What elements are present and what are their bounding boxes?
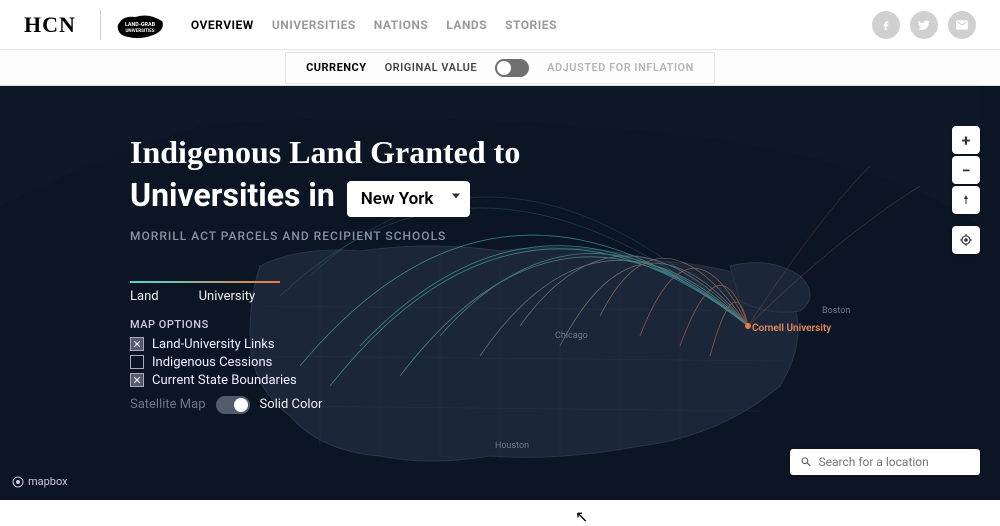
- nav-universities[interactable]: UNIVERSITIES: [272, 18, 356, 32]
- reset-north-button[interactable]: [952, 186, 980, 214]
- divider: [100, 10, 101, 40]
- nav-stories[interactable]: STORIES: [505, 18, 557, 32]
- map-options-title: MAP OPTIONS: [130, 318, 520, 331]
- facebook-icon[interactable]: [872, 11, 900, 39]
- twitter-icon[interactable]: [910, 11, 938, 39]
- currency-original[interactable]: ORIGINAL VALUE: [385, 61, 478, 74]
- currency-adjusted[interactable]: ADJUSTED FOR INFLATION: [547, 61, 694, 74]
- state-select[interactable]: New York: [347, 181, 470, 217]
- legend-land: Land: [130, 289, 159, 304]
- email-icon[interactable]: [948, 11, 976, 39]
- locate-control: [952, 226, 980, 254]
- zoom-out-button[interactable]: −: [952, 156, 980, 184]
- map-style-row: Satellite Map Solid Color: [130, 396, 520, 414]
- legend: Land University: [130, 281, 520, 304]
- city-label: Chicago: [555, 331, 588, 341]
- state-select-wrap[interactable]: New York: [347, 175, 470, 217]
- brand-hcn[interactable]: HCN: [24, 12, 76, 38]
- option-indigenous-cessions[interactable]: Indigenous Cessions: [130, 355, 520, 370]
- social-links: [872, 11, 976, 39]
- search-input[interactable]: [818, 455, 970, 469]
- main-nav: OVERVIEW UNIVERSITIES NATIONS LANDS STOR…: [191, 18, 872, 32]
- map-subtitle: MORRILL ACT PARCELS AND RECIPIENT SCHOOL…: [130, 229, 520, 243]
- top-bar: HCN LAND-GRABUNIVERSITIES OVERVIEW UNIVE…: [0, 0, 1000, 50]
- option-land-university-links[interactable]: ✕Land-University Links: [130, 337, 520, 352]
- map-overlay-panel: Indigenous Land Granted to Universities …: [130, 134, 520, 414]
- search-box[interactable]: [790, 449, 980, 475]
- mapbox-attribution[interactable]: mapbox: [12, 475, 68, 488]
- search-icon: [800, 455, 812, 469]
- svg-text:UNIVERSITIES: UNIVERSITIES: [125, 28, 154, 34]
- style-satellite[interactable]: Satellite Map: [130, 397, 206, 412]
- currency-label: CURRENCY: [306, 61, 367, 74]
- currency-toggle[interactable]: [495, 59, 529, 77]
- university-label[interactable]: Cornell University: [752, 323, 831, 334]
- logo-landgrab[interactable]: LAND-GRABUNIVERSITIES: [113, 8, 167, 42]
- legend-university: University: [199, 289, 256, 304]
- map-title-line2: Universities in: [130, 177, 335, 214]
- locate-button[interactable]: [952, 226, 980, 254]
- legend-gradient: [130, 281, 280, 283]
- nav-nations[interactable]: NATIONS: [374, 18, 429, 32]
- map-title-line1: Indigenous Land Granted to: [130, 134, 520, 171]
- svg-text:LAND-GRAB: LAND-GRAB: [125, 21, 156, 27]
- currency-bar: CURRENCY ORIGINAL VALUE ADJUSTED FOR INF…: [0, 50, 1000, 86]
- zoom-in-button[interactable]: +: [952, 126, 980, 154]
- cursor-icon: ↖: [575, 507, 588, 526]
- city-label: Boston: [822, 306, 850, 316]
- map-container[interactable]: Chicago Boston Houston Cornell Universit…: [0, 86, 1000, 500]
- style-solid[interactable]: Solid Color: [260, 397, 323, 412]
- city-label: Houston: [495, 441, 529, 451]
- nav-lands[interactable]: LANDS: [446, 18, 487, 32]
- style-toggle[interactable]: [216, 396, 250, 414]
- footer-strip: ↖: [0, 500, 1000, 524]
- zoom-controls: + −: [952, 126, 980, 214]
- map-options: MAP OPTIONS ✕Land-University Links Indig…: [130, 318, 520, 414]
- nav-overview[interactable]: OVERVIEW: [191, 18, 254, 32]
- option-state-boundaries[interactable]: ✕Current State Boundaries: [130, 373, 520, 388]
